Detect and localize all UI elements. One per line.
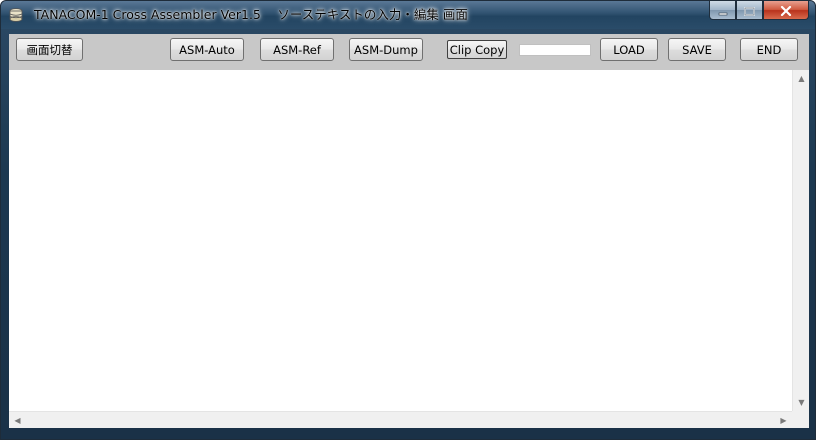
window-title: TANACOM-1 Cross Assembler Ver1.5 ソーステキスト…: [34, 7, 468, 22]
asm-ref-button[interactable]: ASM-Ref: [260, 38, 334, 61]
horizontal-scrollbar[interactable]: ◀ ▶: [9, 411, 792, 428]
vertical-scrollbar[interactable]: ▲ ▼: [792, 70, 809, 411]
scroll-up-icon[interactable]: ▲: [793, 70, 810, 87]
save-button[interactable]: SAVE: [668, 38, 726, 61]
scroll-left-icon[interactable]: ◀: [9, 412, 26, 429]
end-button[interactable]: END: [740, 38, 798, 61]
clip-copy-button[interactable]: Clip Copy: [447, 40, 507, 59]
app-icon: [8, 7, 24, 23]
close-button[interactable]: [763, 1, 809, 20]
maximize-icon: [744, 1, 755, 20]
asm-dump-button[interactable]: ASM-Dump: [349, 38, 423, 61]
toolbar: 画面切替 ASM-Auto ASM-Ref ASM-Dump Clip Copy…: [9, 34, 809, 70]
screen-switch-button[interactable]: 画面切替: [16, 38, 83, 61]
title-bar[interactable]: TANACOM-1 Cross Assembler Ver1.5 ソーステキスト…: [1, 1, 815, 29]
minimize-icon: [718, 1, 728, 20]
maximize-button[interactable]: [736, 1, 763, 20]
minimize-button[interactable]: [709, 1, 736, 20]
source-text-editor[interactable]: ▲ ▼ ◀ ▶: [9, 70, 809, 428]
close-icon: [780, 1, 792, 20]
status-field[interactable]: [519, 44, 591, 56]
load-button[interactable]: LOAD: [600, 38, 658, 61]
scroll-down-icon[interactable]: ▼: [793, 394, 810, 411]
scrollbar-corner: [792, 411, 809, 428]
asm-auto-button[interactable]: ASM-Auto: [170, 38, 244, 61]
app-window: TANACOM-1 Cross Assembler Ver1.5 ソーステキスト…: [0, 0, 816, 440]
scroll-right-icon[interactable]: ▶: [775, 412, 792, 429]
caption-buttons: [709, 1, 809, 21]
